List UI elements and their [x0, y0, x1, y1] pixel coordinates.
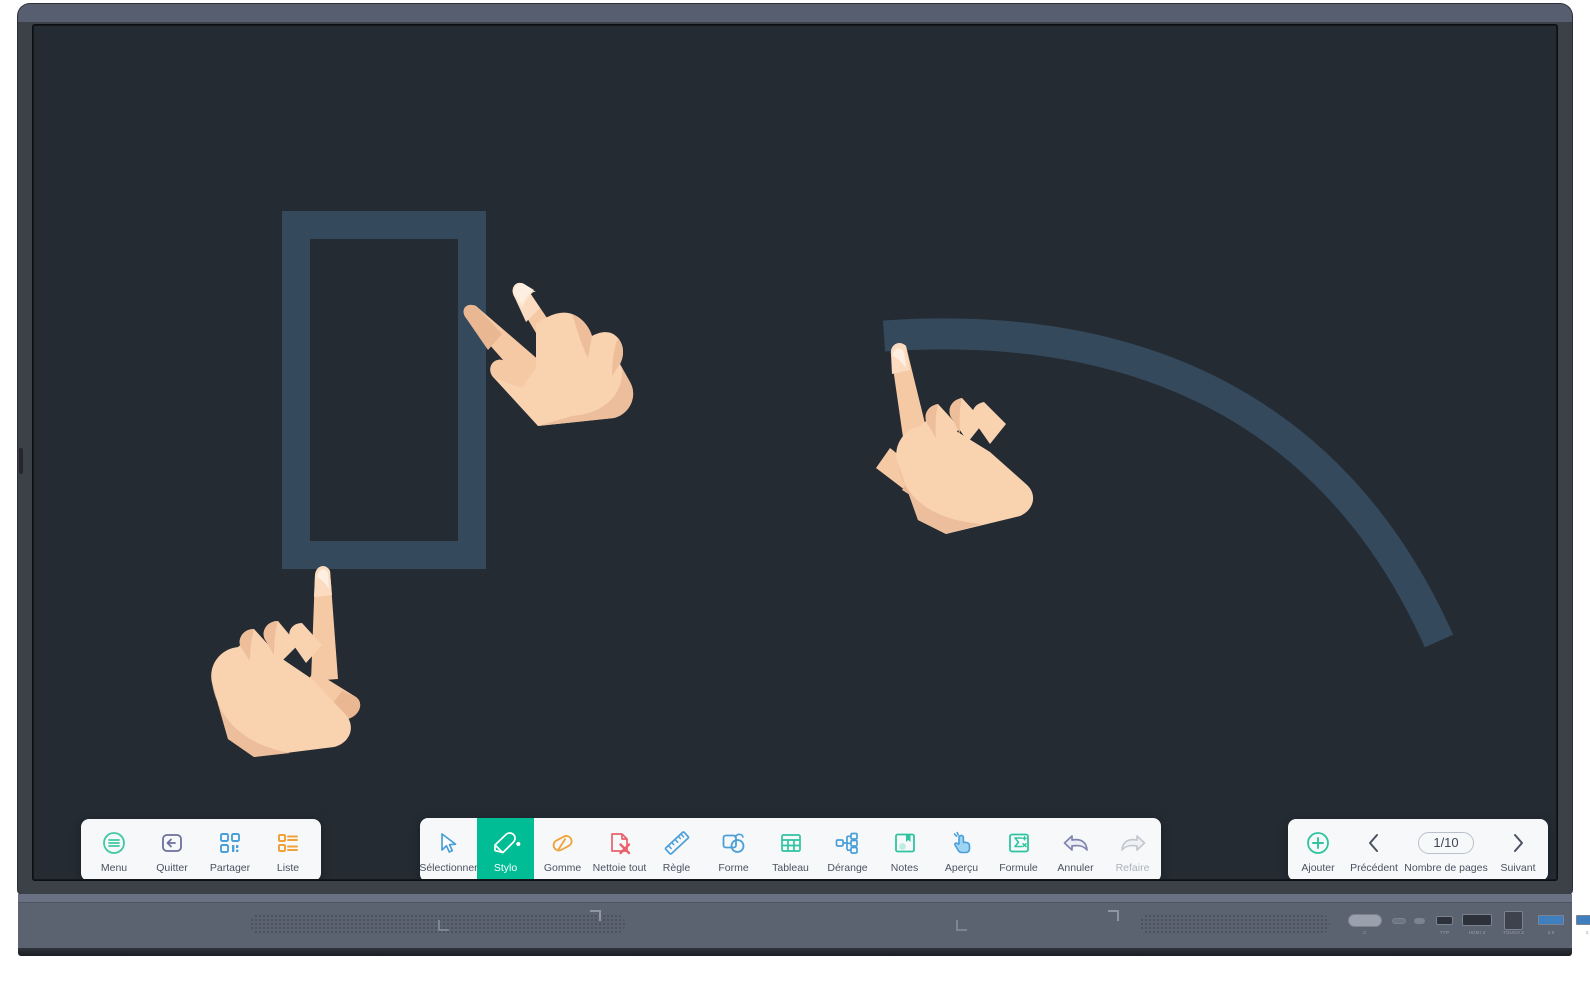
partager-button[interactable]: Partager	[201, 819, 259, 879]
sticky-note-icon	[888, 828, 922, 858]
tool-refaire[interactable]: Refaire	[1104, 818, 1161, 879]
bezel-mark-center-right	[956, 920, 967, 931]
next-page-button[interactable]: Suivant	[1490, 819, 1546, 879]
chevron-left-icon	[1357, 828, 1391, 858]
table-grid-icon	[774, 828, 808, 858]
usb-a-port-2[interactable]	[1576, 915, 1590, 925]
quitter-label: Quitter	[156, 862, 188, 875]
audio-port-1[interactable]	[1392, 918, 1406, 924]
redo-arrow-icon	[1116, 828, 1150, 858]
side-power-button[interactable]	[19, 448, 23, 474]
usb-b-touch-port[interactable]	[1504, 911, 1523, 930]
next-page-label: Suivant	[1500, 862, 1536, 875]
usb-a-port-2-label: 3.0	[1585, 930, 1590, 935]
usb-a-port-1[interactable]	[1538, 915, 1564, 925]
device-bottom-housing	[18, 894, 1572, 952]
page-indicator-chip: 1/10	[1418, 828, 1474, 858]
mini-port-label: TYP	[1439, 930, 1450, 935]
hand-drawing-rectangle	[463, 282, 634, 426]
chevron-right-icon	[1501, 828, 1535, 858]
qr-share-icon	[213, 828, 247, 858]
audio-port-2[interactable]	[1414, 918, 1425, 924]
page-indicator-value: 1/10	[1418, 832, 1474, 855]
main-toolbar[interactable]: Sélectionner Stylo Gomme Nettoie tout Rè…	[420, 818, 1161, 879]
tool-notes-label: Notes	[890, 862, 919, 875]
usb-c-port-label: C	[1363, 930, 1367, 935]
housing-lip	[18, 894, 1572, 903]
tool-stylo[interactable]: Stylo	[477, 818, 534, 879]
tool-tableau[interactable]: Tableau	[762, 818, 819, 879]
undo-arrow-icon	[1059, 828, 1093, 858]
speaker-grille-right	[1140, 914, 1330, 934]
clear-all-icon	[603, 828, 637, 858]
liste-label: Liste	[276, 862, 300, 875]
bezel-mark-center-left	[590, 910, 601, 921]
liste-button[interactable]: Liste	[259, 819, 317, 879]
page-count-indicator[interactable]: 1/10 Nombre de pages	[1402, 819, 1490, 879]
usb-a-port-1-label: 3.0	[1547, 930, 1555, 935]
previous-page-button[interactable]: Précédent	[1346, 819, 1402, 879]
tool-tableau-label: Tableau	[772, 862, 809, 875]
previous-page-label: Précédent	[1350, 862, 1398, 875]
list-icon	[271, 828, 305, 858]
tool-annuler[interactable]: Annuler	[1047, 818, 1104, 879]
formula-sigma-icon	[1002, 828, 1036, 858]
tool-gomme-label: Gomme	[543, 862, 582, 875]
tool-regle[interactable]: Règle	[648, 818, 705, 879]
tool-apercu-label: Aperçu	[944, 862, 979, 875]
tool-stylo-label: Stylo	[493, 862, 518, 875]
tool-refaire-label: Refaire	[1115, 862, 1150, 875]
left-tool-panel[interactable]: Menu Quitter Partager Liste	[81, 819, 321, 879]
usb-c-port[interactable]	[1348, 914, 1382, 927]
tool-formule[interactable]: Formule	[990, 818, 1047, 879]
tool-annuler-label: Annuler	[1057, 862, 1094, 875]
tool-gomme[interactable]: Gomme	[534, 818, 591, 879]
usb-b-touch-port-label: TOUCH 2	[1502, 930, 1525, 935]
whiteboard-canvas[interactable]: Menu Quitter Partager Liste Sélectionner…	[34, 26, 1556, 879]
tool-derange-label: Dérange	[827, 862, 868, 875]
tool-notes[interactable]: Notes	[876, 818, 933, 879]
ruler-icon	[660, 828, 694, 858]
pen-icon	[489, 828, 523, 858]
tool-nettoie-tout-label: Nettoie tout	[592, 862, 647, 875]
bezel-mark-left	[438, 920, 449, 931]
hdmi-port[interactable]	[1462, 914, 1492, 926]
interactive-display-device: Menu Quitter Partager Liste Sélectionner…	[0, 0, 1590, 995]
eraser-icon	[546, 828, 580, 858]
tool-apercu[interactable]: Aperçu	[933, 818, 990, 879]
mind-map-icon	[831, 828, 865, 858]
tool-regle-label: Règle	[662, 862, 691, 875]
page-navigation-panel[interactable]: Ajouter Précédent 1/10 Nombre de pages S…	[1288, 819, 1548, 879]
mini-port[interactable]	[1436, 916, 1453, 925]
shapes-icon	[717, 828, 751, 858]
hamburger-menu-icon	[97, 828, 131, 858]
tool-derange[interactable]: Dérange	[819, 818, 876, 879]
exit-arrow-icon	[155, 828, 189, 858]
hand-tap-icon	[945, 828, 979, 858]
tool-formule-label: Formule	[999, 862, 1038, 875]
hdmi-port-label: HDMI 3	[1468, 930, 1486, 935]
tool-forme[interactable]: Forme	[705, 818, 762, 879]
tool-forme-label: Forme	[718, 862, 749, 875]
page-count-label: Nombre de pages	[1404, 862, 1488, 875]
bezel-top-strip	[18, 4, 1572, 22]
add-page-button[interactable]: Ajouter	[1290, 819, 1346, 879]
tool-nettoie-tout[interactable]: Nettoie tout	[591, 818, 648, 879]
tool-selectionner-label: Sélectionner	[420, 862, 478, 875]
tool-selectionner[interactable]: Sélectionner	[420, 818, 478, 879]
add-page-label: Ajouter	[1301, 862, 1335, 875]
hand-drawing-rectangle-corner	[211, 566, 361, 757]
quitter-button[interactable]: Quitter	[143, 819, 201, 879]
device-base-shadow	[18, 948, 1572, 956]
menu-button[interactable]: Menu	[85, 819, 143, 879]
hand-drawing-curve	[876, 343, 1034, 534]
plus-circle-icon	[1301, 828, 1335, 858]
cursor-arrow-icon	[432, 828, 466, 858]
bezel-mark-right	[1108, 910, 1119, 921]
menu-label: Menu	[100, 862, 128, 875]
partager-label: Partager	[209, 862, 251, 875]
